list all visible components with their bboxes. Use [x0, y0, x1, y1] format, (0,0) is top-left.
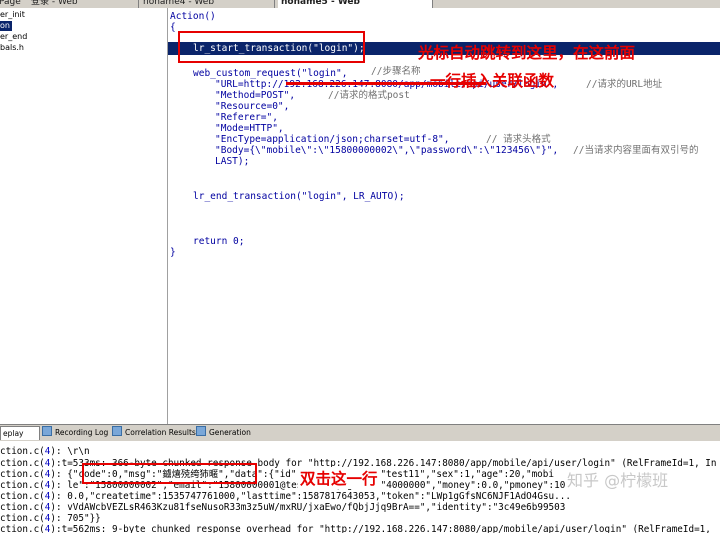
tab-recording-log[interactable]: Recording Log — [40, 426, 113, 439]
code-line: Action() — [170, 11, 216, 22]
code-line: "Method=POST", — [215, 90, 296, 101]
tab-correlation-results[interactable]: Correlation Results — [110, 426, 201, 439]
code-line: "Body={\"mobile\":\"15800000002\",\"pass… — [215, 145, 559, 156]
tree-item-action[interactable]: on — [0, 21, 12, 31]
recording-log-icon — [42, 426, 52, 436]
code-line: "Referer=", — [215, 112, 278, 123]
tree-item-globals[interactable]: bals.h — [0, 43, 40, 53]
code-line: web_custom_request("login", — [193, 68, 348, 79]
tree-item-end[interactable]: er_end — [0, 32, 40, 42]
code-line: { — [170, 22, 176, 33]
code-comment: //请求的格式post — [328, 90, 410, 101]
tab-login-script[interactable]: 登录 - Web (HTTP/HTML) — [28, 0, 139, 8]
tree-item-init[interactable]: er_init — [0, 10, 40, 20]
tab-generation-log[interactable]: Generation Log — [194, 426, 269, 450]
replay-log-output[interactable]: ction.c(4): \r\n ction.c(4):t=533ms: 366… — [0, 441, 720, 533]
code-comment: // 请求头格式 — [486, 134, 551, 145]
output-tab-bar: eplay Log Recording Log Correlation Resu… — [0, 424, 720, 451]
annotation-box — [178, 31, 365, 63]
annotation-box — [82, 463, 257, 484]
code-line: } — [170, 247, 176, 258]
code-comment: //步骤名称 — [371, 66, 421, 77]
log-line[interactable]: ction.c(4): 705"}} — [0, 514, 101, 524]
correlation-icon — [112, 426, 122, 436]
script-tree: er_init on er_end bals.h — [0, 8, 168, 424]
tab-page[interactable]: Page — [0, 0, 31, 8]
code-line: "Resource=0", — [215, 101, 290, 112]
log-line[interactable]: ction.c(4): 0.0,"createtime":15357477610… — [0, 492, 571, 502]
log-line[interactable]: ction.c(4): vVdAWcbVEZLsR463Kzu81fseNuso… — [0, 503, 565, 513]
code-comment: //请求的URL地址 — [586, 79, 663, 90]
annotation-text: 一行插入关联函数 — [430, 72, 555, 90]
tab-replay-log[interactable]: eplay Log — [0, 426, 40, 451]
tab-label: Correlation Results — [125, 428, 196, 437]
code-line: LAST); — [215, 156, 250, 167]
generation-log-icon — [196, 426, 206, 436]
code-line-end-transaction: lr_end_transaction("login", LR_AUTO); — [193, 191, 405, 202]
code-comment: //当请求内容里面有双引号的 — [573, 145, 699, 156]
log-line[interactable]: ction.c(4): \r\n — [0, 447, 90, 457]
document-tab-bar: Page 登录 - Web (HTTP/HTML) noname4 - Web … — [0, 0, 720, 8]
tab-noname4[interactable]: noname4 - Web (HTTP/HTML) — [140, 0, 275, 8]
code-line: "Mode=HTTP", — [215, 123, 284, 134]
annotation-text: 双击这一行 — [298, 467, 380, 489]
log-line[interactable]: ction.c(4):t=562ms: 9-byte chunked respo… — [0, 525, 711, 533]
code-line: "EncType=application/json;charset=utf-8"… — [215, 134, 450, 145]
code-editor[interactable]: Action() { lr_start_transaction("login")… — [168, 8, 720, 424]
tab-label: Recording Log — [55, 428, 109, 437]
code-line-return: return 0; — [193, 236, 245, 247]
annotation-text: 光标自动跳转到这里，在这前面 — [418, 44, 636, 62]
watermark: 知乎 @柠檬班 — [567, 471, 669, 490]
tab-noname5[interactable]: noname5 - Web (HTTP/HTML) — [278, 0, 433, 8]
